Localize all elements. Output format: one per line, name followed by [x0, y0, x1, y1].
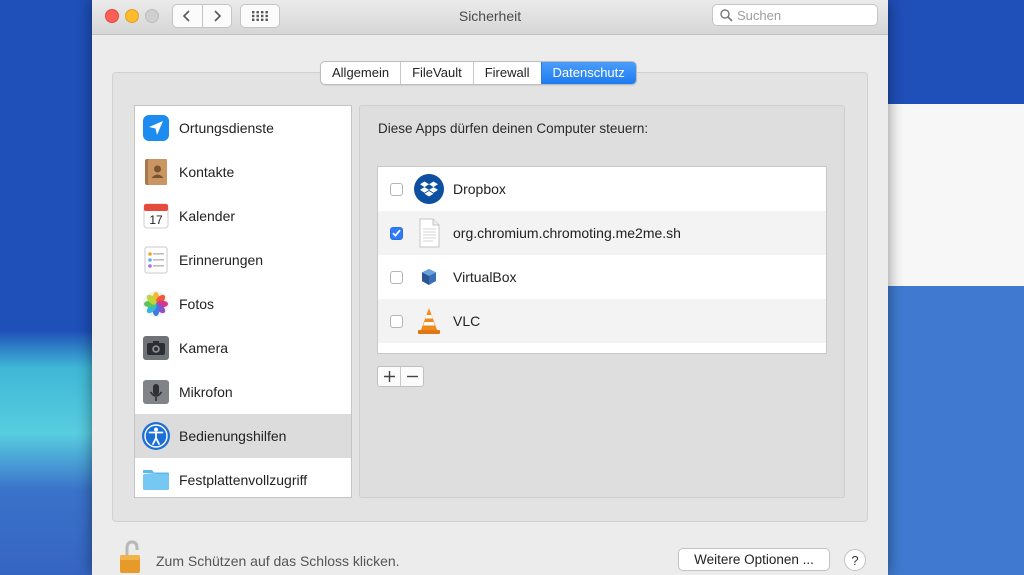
app-row-vlc[interactable]: VLC — [378, 299, 826, 343]
tab-bar: Allgemein FileVault Firewall Datenschutz — [320, 61, 637, 85]
app-checkbox[interactable] — [390, 314, 403, 328]
app-row-virtualbox[interactable]: VirtualBox — [378, 255, 826, 299]
sidebar-item-label: Erinnerungen — [179, 252, 264, 268]
security-preferences-window: Sicherheit Allgemein FileVault Firewall … — [92, 0, 888, 575]
app-checkbox[interactable] — [390, 270, 403, 284]
allowed-apps-list: Dropbox org.chromium.chromoting.me2me.sh — [377, 166, 827, 354]
camera-icon — [143, 336, 169, 360]
lock-hint-text: Zum Schützen auf das Schloss klicken. — [156, 553, 400, 569]
more-options-button[interactable]: Weitere Optionen ... — [678, 548, 830, 571]
minus-icon — [406, 375, 418, 378]
app-label: VLC — [453, 313, 481, 329]
sidebar-item-kalender[interactable]: 17 Kalender — [135, 194, 351, 238]
reminders-icon — [144, 246, 168, 274]
search-input[interactable] — [737, 7, 872, 23]
photos-icon — [143, 291, 169, 317]
privacy-category-list: Ortungsdienste Kontakte 17 Kalender Erin… — [134, 105, 352, 498]
title-bar: Sicherheit — [92, 0, 888, 35]
calendar-icon: 17 — [143, 203, 169, 229]
app-checkbox[interactable] — [390, 226, 403, 240]
tab-filevault[interactable]: FileVault — [400, 62, 473, 84]
privacy-detail-pane: Diese Apps dürfen deinen Computer steuer… — [359, 105, 845, 498]
plus-icon — [383, 371, 395, 382]
app-label: Dropbox — [453, 181, 506, 197]
contacts-book-icon — [145, 159, 167, 185]
tab-allgemein[interactable]: Allgemein — [321, 62, 400, 84]
sidebar-item-label: Fotos — [179, 296, 215, 312]
vlc-cone-icon — [418, 308, 440, 334]
tab-datenschutz[interactable]: Datenschutz — [540, 62, 636, 84]
virtualbox-icon — [422, 269, 436, 285]
search-icon — [720, 9, 733, 22]
sidebar-item-erinnerungen[interactable]: Erinnerungen — [135, 238, 351, 282]
dropbox-icon — [414, 174, 444, 204]
calendar-day-text: 17 — [149, 213, 163, 227]
checkmark-icon — [392, 229, 401, 237]
unlocked-padlock-icon[interactable] — [114, 538, 148, 575]
microphone-icon — [143, 380, 169, 404]
sidebar-item-label: Bedienungshilfen — [179, 428, 287, 444]
accessibility-icon — [142, 422, 170, 450]
app-row-dropbox[interactable]: Dropbox — [378, 167, 826, 211]
search-field[interactable] — [712, 4, 878, 26]
add-app-button[interactable] — [378, 367, 400, 386]
sidebar-item-label: Festplattenvollzugriff — [179, 472, 308, 488]
help-button[interactable]: ? — [844, 549, 866, 571]
sidebar-item-festplattenvollzugriff[interactable]: Festplattenvollzugriff — [135, 458, 351, 497]
remove-app-button[interactable] — [400, 367, 423, 386]
sidebar-item-label: Mikrofon — [179, 384, 233, 400]
sidebar-item-fotos[interactable]: Fotos — [135, 282, 351, 326]
sidebar-item-label: Ortungsdienste — [179, 120, 274, 136]
sidebar-item-label: Kontakte — [179, 164, 235, 180]
apps-heading: Diese Apps dürfen deinen Computer steuer… — [378, 121, 649, 136]
app-checkbox[interactable] — [390, 182, 403, 196]
app-label: org.chromium.chromoting.me2me.sh — [453, 225, 681, 241]
desktop-wallpaper-white — [888, 104, 1024, 286]
folder-icon — [143, 470, 169, 490]
desktop-wallpaper-left — [0, 104, 92, 575]
app-label: VirtualBox — [453, 269, 517, 285]
document-icon — [419, 218, 440, 248]
sidebar-item-label: Kamera — [179, 340, 229, 356]
sidebar-item-label: Kalender — [179, 208, 236, 224]
desktop-wallpaper-right — [888, 286, 1024, 575]
app-row-chromoting[interactable]: org.chromium.chromoting.me2me.sh — [378, 211, 826, 255]
location-arrow-icon — [143, 115, 169, 141]
sidebar-item-kontakte[interactable]: Kontakte — [135, 150, 351, 194]
sidebar-item-ortungsdienste[interactable]: Ortungsdienste — [135, 106, 351, 150]
add-remove-control — [377, 366, 424, 387]
sidebar-item-kamera[interactable]: Kamera — [135, 326, 351, 370]
sidebar-item-bedienungshilfen[interactable]: Bedienungshilfen — [135, 414, 351, 458]
tab-firewall[interactable]: Firewall — [472, 62, 541, 84]
sidebar-item-mikrofon[interactable]: Mikrofon — [135, 370, 351, 414]
